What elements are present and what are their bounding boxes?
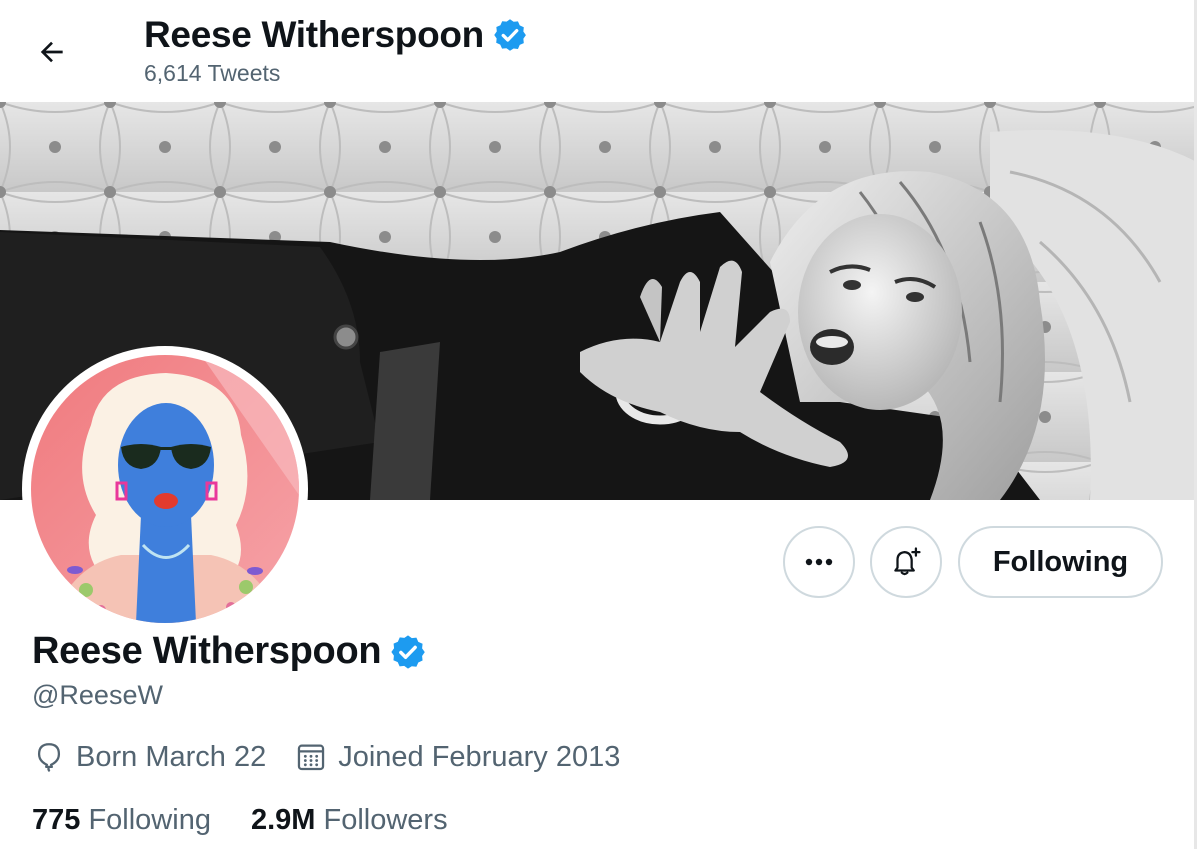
verified-badge-icon	[391, 634, 426, 669]
tweet-count: 6,614 Tweets	[144, 60, 281, 86]
more-dots-icon	[805, 558, 833, 566]
birthday-item: Born March 22	[32, 740, 266, 774]
verified-badge-icon	[494, 19, 526, 51]
avatar-illustration	[31, 355, 299, 623]
bell-plus-icon	[894, 547, 921, 576]
more-options-button[interactable]	[783, 526, 855, 598]
profile-header: Reese Witherspoon 6,614 Tweets	[0, 0, 1197, 102]
profile-handle: @ReeseW	[32, 680, 163, 710]
joined-text: Joined February 2013	[338, 740, 621, 773]
following-button[interactable]: Following	[958, 526, 1163, 598]
following-count-link[interactable]: 775 Following	[32, 804, 211, 837]
header-title: Reese Witherspoon	[144, 14, 528, 56]
profile-meta: Born March 22 Joined February 2013	[32, 740, 648, 774]
birthday-text: Born March 22	[76, 740, 267, 773]
joined-item: Joined February 2013	[294, 740, 620, 774]
balloon-icon	[37, 743, 61, 773]
avatar-art	[31, 355, 299, 623]
followers-label: Followers	[323, 804, 448, 836]
avatar[interactable]	[22, 346, 308, 632]
followers-count: 2.9M	[250, 804, 316, 836]
following-label: Following	[88, 804, 211, 836]
profile-stats: 775 Following 2.9M Followers	[32, 804, 488, 837]
calendar-icon	[298, 744, 325, 771]
profile-name-text: Reese Witherspoon	[32, 630, 382, 672]
back-button[interactable]	[30, 30, 74, 74]
notifications-button[interactable]	[870, 526, 942, 598]
following-count: 775	[32, 804, 81, 836]
followers-count-link[interactable]: 2.9M Followers	[251, 804, 448, 837]
arrow-left-icon	[40, 41, 63, 63]
header-name-text: Reese Witherspoon	[144, 14, 484, 55]
profile-name: Reese Witherspoon	[32, 630, 427, 673]
